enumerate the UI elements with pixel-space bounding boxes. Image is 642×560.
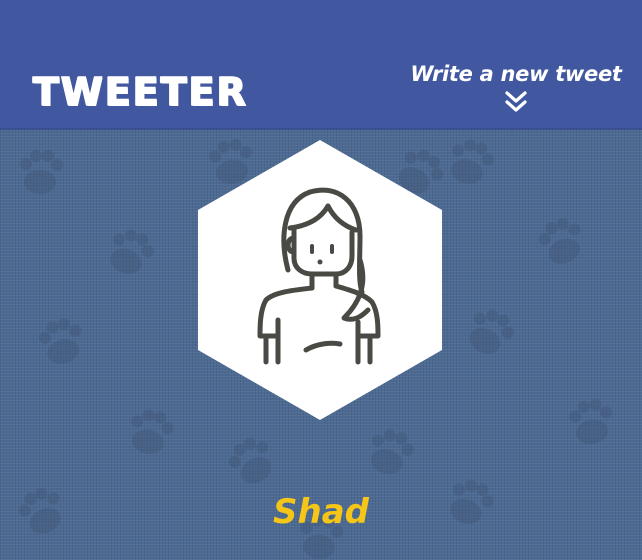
woman-avatar-icon — [198, 140, 442, 420]
brand-logo[interactable]: TWEETER — [32, 69, 248, 115]
chevron-double-down-icon — [505, 91, 527, 112]
profile-username: Shad — [273, 492, 369, 532]
top-navbar: TWEETER Write a new tweet — [0, 0, 642, 130]
avatar[interactable] — [198, 140, 442, 420]
profile-section: Shad — [0, 130, 642, 560]
write-tweet-label: Write a new tweet — [410, 62, 622, 86]
write-tweet-button[interactable]: Write a new tweet — [406, 60, 626, 114]
